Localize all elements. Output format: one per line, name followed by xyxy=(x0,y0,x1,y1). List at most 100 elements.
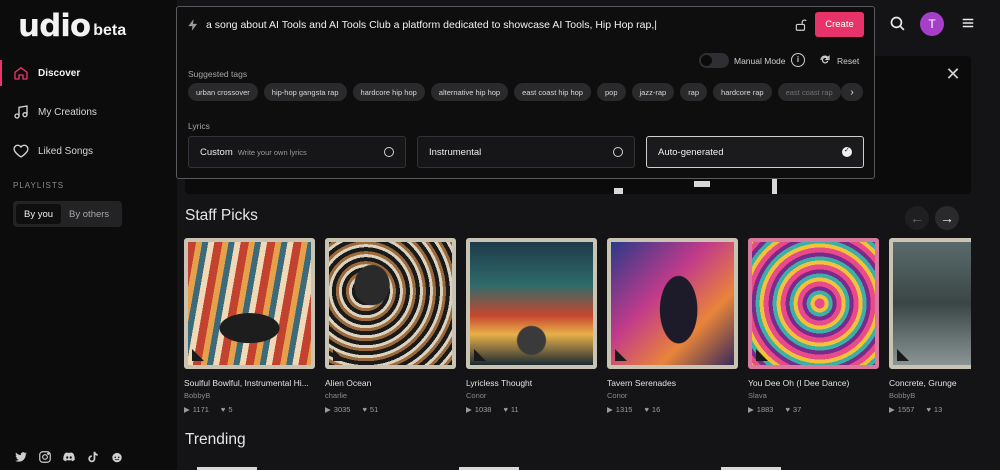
social-links xyxy=(14,450,124,464)
song-stats: ▶ 1883 ♥ 37 xyxy=(748,405,879,414)
option-subtext: Write your own lyrics xyxy=(237,147,307,157)
song-title[interactable]: Concrete, Grunge xyxy=(889,378,971,388)
play-count: 1883 xyxy=(756,405,774,414)
sidebar-item-label: Discover xyxy=(38,67,81,79)
song-title[interactable]: Alien Ocean xyxy=(325,378,456,388)
song-cover[interactable] xyxy=(466,238,597,369)
like-count: 51 xyxy=(369,405,379,414)
song-artist[interactable]: charlie xyxy=(325,391,456,400)
song-card[interactable]: Tavern Serenades Conor ▶ 1315 ♥ 16 xyxy=(607,238,738,414)
sidebar-item-liked-songs[interactable]: Liked Songs xyxy=(0,136,177,166)
lyrics-option-instrumental[interactable]: Instrumental xyxy=(417,136,635,168)
playlists-heading: PLAYLISTS xyxy=(13,181,65,190)
tag-chip[interactable]: pop xyxy=(596,83,626,101)
song-artist[interactable]: BobbyB xyxy=(889,391,971,400)
tab-by-others[interactable]: By others xyxy=(61,204,117,224)
song-title[interactable]: You Dee Oh (I Dee Dance) xyxy=(748,378,879,388)
song-card[interactable]: Lyricless Thought Conor ▶ 1038 ♥ 11 xyxy=(466,238,597,414)
song-artist[interactable]: Conor xyxy=(607,391,738,400)
carousel-next-button[interactable]: → xyxy=(935,206,959,230)
carousel-prev-button[interactable]: ← xyxy=(905,206,929,230)
play-count-icon: ▶ xyxy=(466,405,472,414)
manual-mode-toggle[interactable] xyxy=(699,53,729,68)
lyrics-option-custom[interactable]: Custom Write your own lyrics xyxy=(188,136,406,168)
song-cover[interactable] xyxy=(889,238,971,369)
tag-chip[interactable]: hardcore rap xyxy=(713,83,772,101)
trending-title: Trending xyxy=(185,431,246,448)
tag-chip[interactable]: east coast rap xyxy=(777,83,841,101)
tab-by-you[interactable]: By you xyxy=(16,204,62,224)
song-stats: ▶ 1315 ♥ 16 xyxy=(607,405,738,414)
tag-chip[interactable]: hardcore hip hop xyxy=(352,83,425,101)
tag-chip[interactable]: urban crossover xyxy=(188,83,258,101)
tag-chip[interactable]: rap xyxy=(680,83,708,101)
music-note-icon xyxy=(14,105,28,119)
tag-chip[interactable]: east coast hip hop xyxy=(514,83,591,101)
play-count-icon: ▶ xyxy=(325,405,331,414)
song-artist[interactable]: Slava xyxy=(748,391,879,400)
reset-icon[interactable] xyxy=(819,54,831,66)
create-button[interactable]: Create xyxy=(815,12,864,37)
song-cover[interactable] xyxy=(184,238,315,369)
staff-picks-title: Staff Picks xyxy=(185,207,258,224)
option-name: Auto-generated xyxy=(658,146,724,158)
like-count: 37 xyxy=(792,405,802,414)
play-count: 1171 xyxy=(192,405,209,414)
song-title[interactable]: Lyricless Thought xyxy=(466,378,597,388)
info-icon[interactable]: i xyxy=(791,53,805,67)
song-title[interactable]: Soulful Bowlful, Instrumental Hi... xyxy=(184,378,315,388)
discord-icon[interactable] xyxy=(62,450,76,464)
lightning-icon xyxy=(188,19,198,31)
song-artist[interactable]: BobbyB xyxy=(184,391,315,400)
twitter-icon[interactable] xyxy=(14,450,28,464)
song-card[interactable]: You Dee Oh (I Dee Dance) Slava ▶ 1883 ♥ 37 xyxy=(748,238,879,414)
sidebar-item-my-creations[interactable]: My Creations xyxy=(0,97,177,127)
song-artist[interactable]: Conor xyxy=(466,391,597,400)
sidebar-item-label: My Creations xyxy=(38,106,97,118)
tag-chip[interactable]: alternative hip hop xyxy=(430,83,509,101)
heart-icon xyxy=(13,144,29,158)
radio-button[interactable] xyxy=(384,147,394,157)
prompt-input[interactable]: a song about AI Tools and AI Tools Club … xyxy=(206,19,657,31)
song-stats: ▶ 1038 ♥ 11 xyxy=(466,405,597,414)
search-icon[interactable] xyxy=(889,15,906,32)
song-stats: ▶ 1557 ♥ 13 xyxy=(889,405,971,414)
song-title[interactable]: Tavern Serenades xyxy=(607,378,738,388)
tag-chip[interactable]: jazz-rap xyxy=(631,83,675,101)
play-count-icon: ▶ xyxy=(607,405,613,414)
user-avatar[interactable]: T xyxy=(920,12,944,36)
lock-share-icon[interactable] xyxy=(794,18,808,32)
udio-logo[interactable]: udio beta xyxy=(18,8,126,44)
like-count-icon: ♥ xyxy=(362,405,367,414)
reddit-icon[interactable] xyxy=(110,450,124,464)
hamburger-menu-icon[interactable] xyxy=(961,16,975,30)
sidebar: udio beta Discover My Creations Liked So… xyxy=(0,0,177,470)
song-card[interactable]: Alien Ocean charlie ▶ 3035 ♥ 51 xyxy=(325,238,456,414)
close-icon[interactable]: ✕ xyxy=(945,65,961,83)
like-count-icon: ♥ xyxy=(220,405,226,414)
sidebar-item-discover[interactable]: Discover xyxy=(0,58,177,88)
suggested-tags-label: Suggested tags xyxy=(188,69,248,79)
tiktok-icon[interactable] xyxy=(86,450,100,464)
song-card[interactable]: Concrete, Grunge BobbyB ▶ 1557 ♥ 13 xyxy=(889,238,971,414)
like-count-icon: ♥ xyxy=(644,405,649,414)
like-count-icon: ♥ xyxy=(785,405,790,414)
instagram-icon[interactable] xyxy=(38,450,52,464)
tags-scroll-right-button[interactable]: › xyxy=(841,83,863,101)
radio-button[interactable] xyxy=(842,146,852,157)
play-count-icon: ▶ xyxy=(184,405,190,414)
tag-chip[interactable]: hip-hop gangsta rap xyxy=(263,83,347,101)
song-card[interactable]: Soulful Bowlful, Instrumental Hi... Bobb… xyxy=(184,238,315,414)
like-count: 11 xyxy=(510,405,519,414)
song-cover[interactable] xyxy=(607,238,738,369)
suggested-tags: urban crossover hip-hop gangsta rap hard… xyxy=(188,83,864,101)
play-count: 1557 xyxy=(897,405,915,414)
play-count-icon: ▶ xyxy=(748,405,754,414)
radio-button[interactable] xyxy=(613,147,623,157)
sidebar-item-label: Liked Songs xyxy=(38,145,94,157)
song-cover[interactable] xyxy=(325,238,456,369)
reset-button[interactable]: Reset xyxy=(837,56,859,66)
like-count: 13 xyxy=(933,405,943,414)
song-cover[interactable] xyxy=(748,238,879,369)
lyrics-option-auto-generated[interactable]: Auto-generated xyxy=(646,136,864,168)
